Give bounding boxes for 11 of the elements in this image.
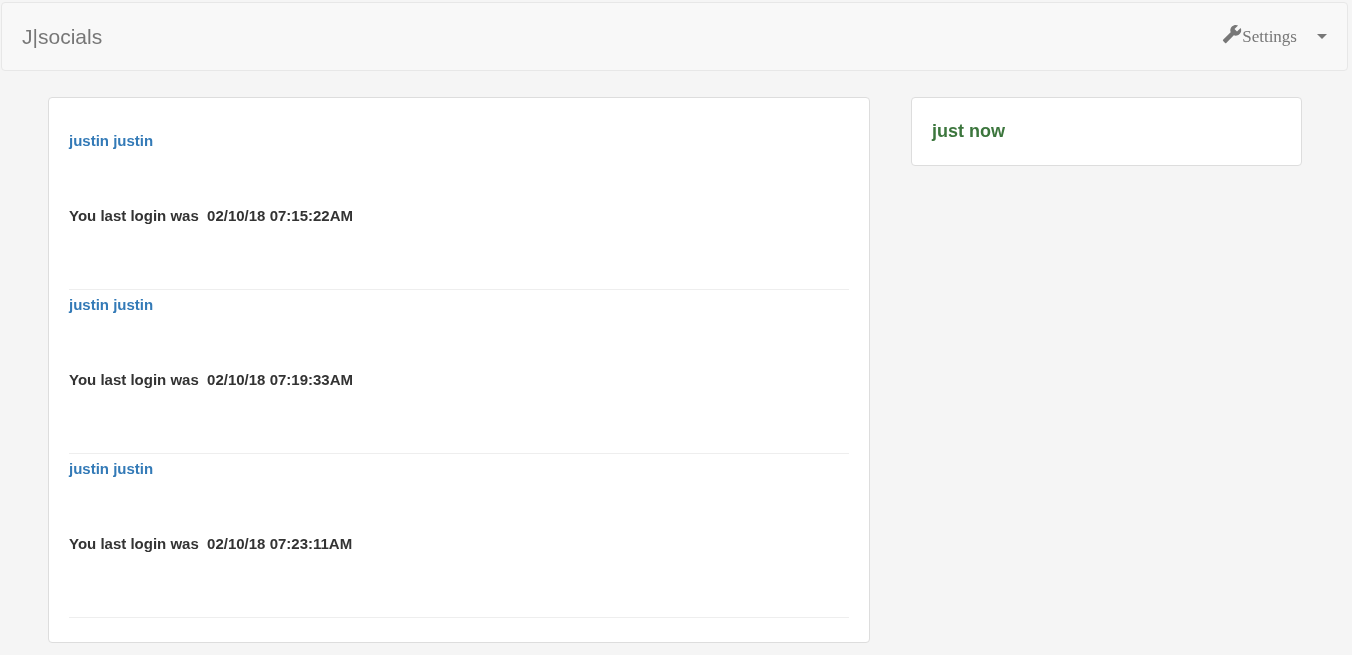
user-name-link[interactable]: justin justin (69, 294, 849, 317)
last-login-text: You last login was 02/10/18 07:15:22AM (69, 205, 354, 226)
wrench-icon (1222, 23, 1243, 44)
last-login-text: You last login was 02/10/18 07:23:11AM (69, 533, 354, 554)
settings-dropdown[interactable]: Settings (1222, 23, 1327, 50)
user-name-link[interactable]: justin justin (69, 458, 849, 481)
last-login-text: You last login was 02/10/18 07:19:33AM (69, 369, 354, 390)
caret-icon (1317, 33, 1327, 40)
user-name-link[interactable]: justin justin (69, 130, 849, 153)
status-text: just now (932, 120, 1005, 143)
brand-logo[interactable]: J|socials (22, 20, 103, 53)
